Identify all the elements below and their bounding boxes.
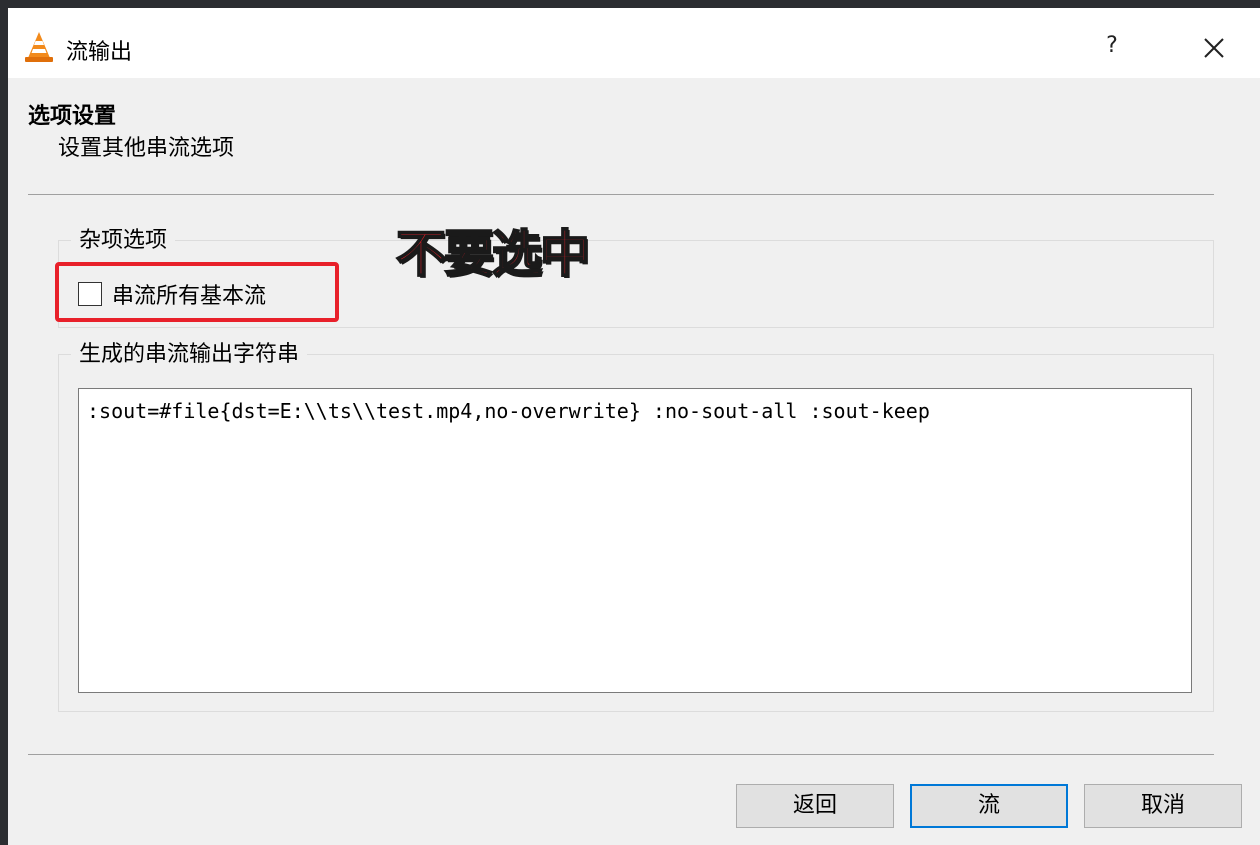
output-string-legend: 生成的串流输出字符串 xyxy=(71,342,308,368)
window-title: 流输出 xyxy=(66,40,133,65)
divider xyxy=(28,194,1214,195)
close-icon[interactable] xyxy=(1194,28,1234,68)
help-button[interactable]: ? xyxy=(1094,28,1130,64)
title-bar: 流输出 ? xyxy=(8,8,1260,78)
stream-button[interactable]: 流 xyxy=(910,784,1068,828)
output-string-textarea[interactable]: :sout=#file{dst=E:\\ts\\test.mp4,no-over… xyxy=(78,388,1192,693)
misc-options-legend: 杂项选项 xyxy=(71,228,176,254)
red-highlight-box xyxy=(55,262,339,322)
back-button[interactable]: 返回 xyxy=(736,784,894,828)
divider xyxy=(28,754,1214,755)
section-subtitle: 设置其他串流选项 xyxy=(58,136,235,161)
annotation-text: 不要选中 xyxy=(395,224,591,284)
cancel-button[interactable]: 取消 xyxy=(1084,784,1242,828)
vlc-cone-icon xyxy=(25,32,53,62)
section-title: 选项设置 xyxy=(28,104,117,129)
stream-output-dialog: 流输出 ? 选项设置 设置其他串流选项 杂项选项 串流所有基本流 不要选中 生成… xyxy=(8,8,1260,845)
